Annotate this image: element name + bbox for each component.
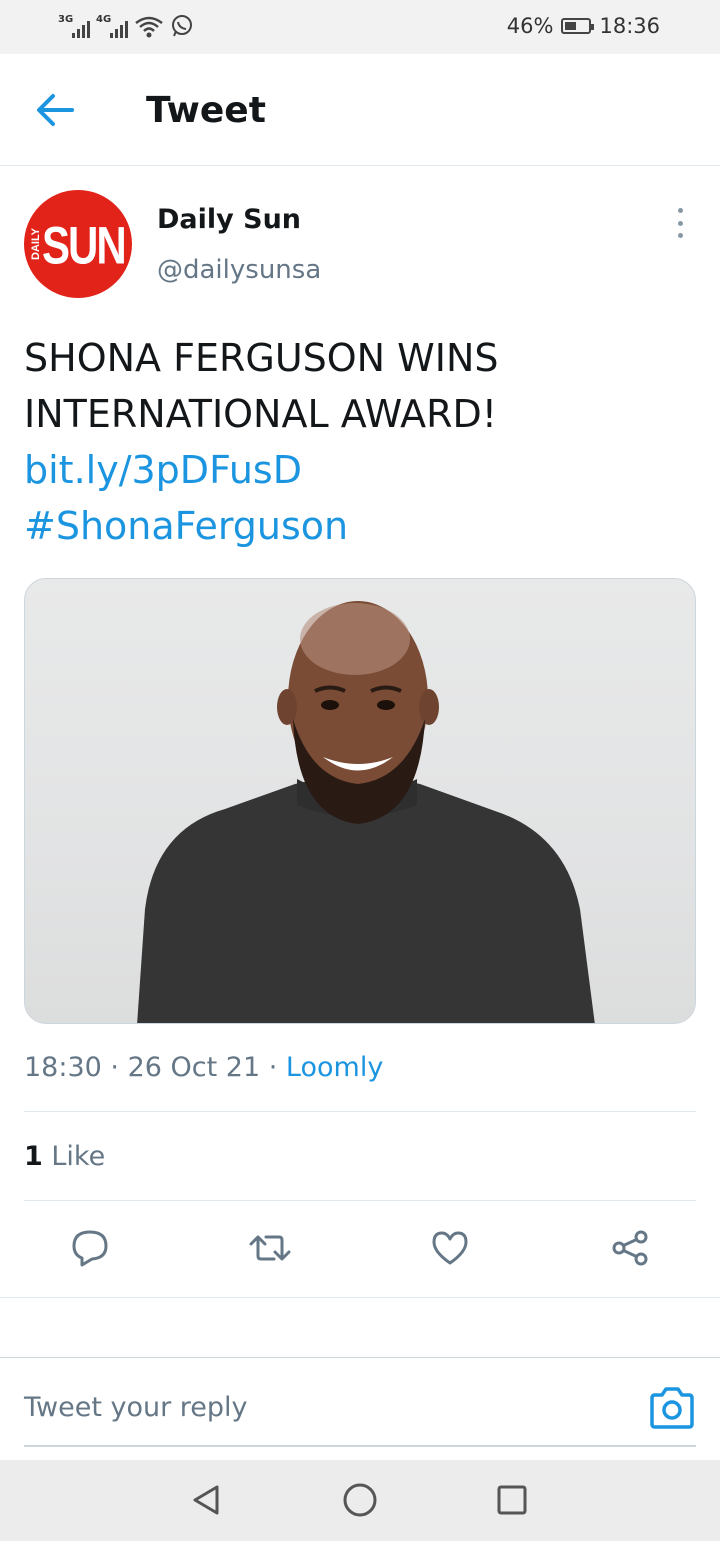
tweet-link[interactable]: bit.ly/3pDFusD — [24, 442, 694, 498]
nav-back-button[interactable] — [186, 1480, 226, 1520]
divider — [0, 1297, 720, 1298]
reply-input-underline — [24, 1445, 696, 1447]
avatar-sun-text: SUN — [42, 216, 127, 275]
reply-input[interactable]: Tweet your reply — [24, 1392, 248, 1423]
divider — [0, 1357, 720, 1358]
retweet-icon — [249, 1235, 291, 1261]
more-options-icon[interactable] — [668, 208, 692, 238]
nav-home-icon — [343, 1483, 377, 1517]
clock: 18:36 — [599, 14, 660, 38]
separator-dot: · — [268, 1052, 286, 1083]
nav-home-button[interactable] — [340, 1480, 380, 1520]
avatar-daily-text: DAILY — [30, 228, 42, 260]
battery-percent: 46% — [506, 14, 554, 38]
divider — [24, 1111, 696, 1112]
reply-button[interactable] — [68, 1226, 112, 1270]
tweet-time: 18:30 — [24, 1052, 102, 1083]
app-header: Tweet — [0, 54, 720, 166]
nav-recents-icon — [497, 1485, 527, 1515]
share-button[interactable] — [608, 1226, 652, 1270]
share-icon — [612, 1230, 648, 1266]
wifi-icon — [135, 16, 163, 38]
like-count-label: Like — [51, 1141, 106, 1172]
status-icons-right: 46% 18:36 — [507, 14, 660, 38]
reply-icon — [72, 1230, 108, 1267]
like-count-number: 1 — [24, 1141, 43, 1172]
nav-recents-button[interactable] — [492, 1480, 532, 1520]
retweet-button[interactable] — [248, 1226, 292, 1270]
whatsapp-icon — [172, 15, 192, 37]
author-handle[interactable]: @dailysunsa — [157, 255, 321, 285]
page-title: Tweet — [146, 90, 266, 131]
signal-3g-icon: 3G — [58, 14, 90, 38]
nav-back-icon — [193, 1485, 219, 1515]
status-icons-left: 3G 4G — [58, 14, 194, 38]
person-photo-image — [137, 601, 595, 1023]
tweet-hashtag[interactable]: #ShonaFerguson — [24, 498, 694, 554]
tweet-text-line: INTERNATIONAL AWARD! — [24, 392, 498, 436]
like-icon — [432, 1231, 468, 1265]
back-arrow-icon[interactable] — [32, 90, 80, 130]
separator-dot: · — [110, 1052, 128, 1083]
tweet-photo[interactable] — [24, 578, 696, 1024]
tweet-source-link[interactable]: Loomly — [286, 1052, 383, 1083]
tweet-text: SHONA FERGUSON WINS INTERNATIONAL AWARD!… — [24, 330, 694, 554]
likes-count[interactable]: 1 Like — [24, 1141, 105, 1172]
author-name[interactable]: Daily Sun — [157, 204, 301, 235]
divider — [24, 1200, 696, 1201]
system-nav-bar — [0, 1460, 720, 1541]
avatar[interactable]: DAILY SUN — [24, 190, 132, 298]
status-bar: 3G 4G 46% 18:36 — [0, 0, 720, 54]
camera-icon[interactable] — [648, 1386, 696, 1430]
tweet-date: 26 Oct 21 — [127, 1052, 261, 1083]
like-button[interactable] — [428, 1226, 472, 1270]
tweet-text-line: SHONA FERGUSON WINS — [24, 336, 499, 380]
tweet-timestamp: 18:30 · 26 Oct 21 · Loomly — [24, 1052, 383, 1083]
signal-4g-icon: 4G — [96, 14, 128, 38]
battery-icon — [561, 18, 595, 34]
